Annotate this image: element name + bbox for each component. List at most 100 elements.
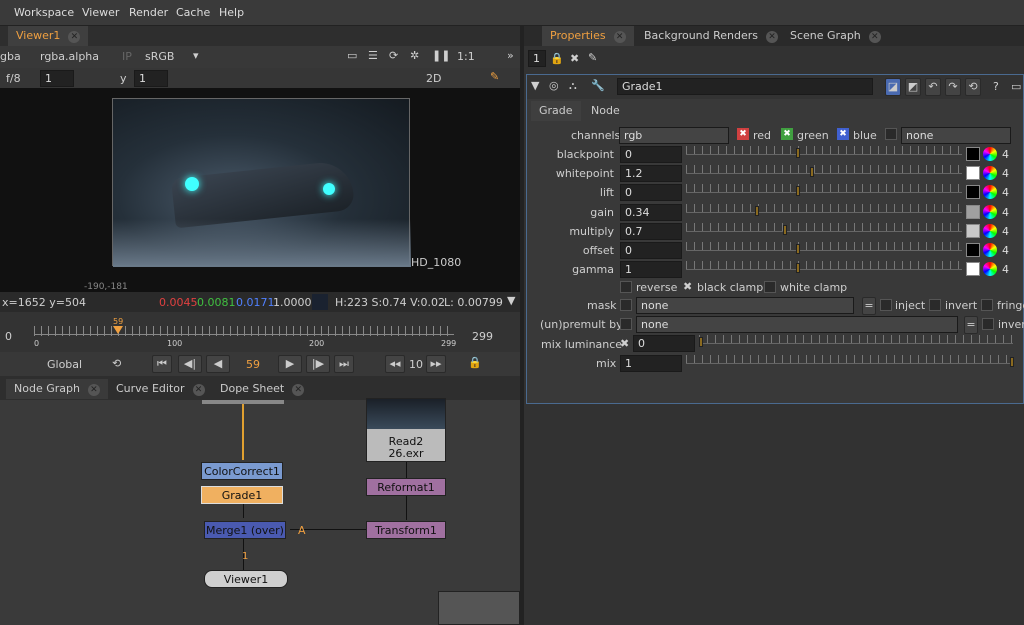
slider-knob[interactable] — [796, 186, 800, 196]
channel-count[interactable]: 4 — [1002, 206, 1009, 219]
max-panels-field[interactable]: 1 — [528, 50, 546, 67]
viewer-canvas[interactable]: HD_1080 -190,-181 — [0, 88, 520, 292]
navigator-minimap[interactable] — [438, 591, 520, 625]
menu-render[interactable]: Render — [129, 6, 168, 19]
knob-value-field[interactable]: 1.2 — [620, 165, 682, 182]
channels-select[interactable]: rgb — [619, 127, 729, 144]
node-reformat[interactable]: Reformat1 — [366, 478, 446, 496]
mode-2d-select[interactable]: 2D — [426, 72, 441, 85]
premult-invert-checkbox[interactable] — [982, 318, 994, 330]
color-wheel-icon[interactable] — [983, 147, 997, 161]
node-merge[interactable]: Merge1 (over) — [204, 521, 286, 539]
tab-scene-graph[interactable]: Scene Graph ✕ — [782, 26, 889, 46]
node-top[interactable] — [202, 400, 284, 404]
undo-button[interactable]: ↶ — [925, 78, 941, 96]
menu-cache[interactable]: Cache — [176, 6, 210, 19]
channel-count[interactable]: 4 — [1002, 186, 1009, 199]
tab-viewer1[interactable]: Viewer1 ✕ — [8, 26, 89, 46]
tab-curve-editor[interactable]: Curve Editor ✕ — [108, 379, 213, 399]
play-back-button[interactable]: ◀ — [206, 355, 230, 373]
help-icon[interactable]: ? — [993, 80, 999, 93]
tab-background-renders[interactable]: Background Renders ✕ — [636, 26, 786, 46]
channel-count[interactable]: 4 — [1002, 148, 1009, 161]
color-wheel-icon[interactable] — [983, 166, 997, 180]
color-swatch[interactable] — [966, 224, 980, 238]
channel-count[interactable]: 4 — [1002, 244, 1009, 257]
playhead-marker[interactable] — [113, 326, 123, 334]
last-frame-button[interactable]: ⏭ — [334, 355, 354, 373]
reverse-checkbox[interactable] — [620, 281, 632, 293]
subtab-grade[interactable]: Grade — [531, 101, 581, 121]
channel-count[interactable]: 4 — [1002, 263, 1009, 276]
knob-value-field[interactable]: 0.7 — [620, 223, 682, 240]
ip-button[interactable]: IP — [122, 50, 132, 63]
color-swatch[interactable] — [966, 185, 980, 199]
color-wheel-icon[interactable] — [983, 185, 997, 199]
tab-dope-sheet[interactable]: Dope Sheet ✕ — [212, 379, 312, 399]
close-all-icon[interactable]: ✖ — [570, 52, 579, 65]
pause-icon[interactable]: ❚❚ — [432, 49, 450, 62]
color-swatch[interactable] — [966, 262, 980, 276]
alpha-toggle[interactable] — [885, 128, 897, 140]
mix-luminance-checkbox[interactable]: ✖ — [620, 337, 629, 350]
knob-value-field[interactable]: 0 — [620, 146, 682, 163]
menu-viewer[interactable]: Viewer — [82, 6, 119, 19]
slider-knob[interactable] — [796, 148, 800, 158]
frame-field[interactable]: 1 — [40, 70, 74, 87]
collapse-icon[interactable]: ▼ — [531, 79, 539, 92]
fringe-checkbox[interactable] — [981, 299, 993, 311]
premult-checkbox[interactable] — [620, 318, 632, 330]
color-swatch[interactable] — [966, 147, 980, 161]
slider-knob[interactable] — [810, 167, 814, 177]
green-toggle[interactable]: ✖ — [781, 128, 793, 140]
menu-workspace[interactable]: Workspace — [14, 6, 74, 19]
chevron-down-icon[interactable]: ▾ — [193, 49, 199, 62]
loop-icon[interactable]: ⟲ — [112, 357, 121, 370]
close-icon[interactable]: ✕ — [87, 384, 100, 396]
window-icon[interactable]: ▭ — [347, 49, 357, 62]
colorspace-select[interactable]: sRGB — [145, 50, 174, 63]
invert-checkbox[interactable] — [929, 299, 941, 311]
close-icon[interactable]: ✕ — [192, 384, 205, 396]
node-viewer[interactable]: Viewer1 — [204, 570, 288, 588]
color-swatch[interactable] — [966, 205, 980, 219]
mask-link-button[interactable]: = — [862, 297, 876, 315]
prev-key-button[interactable]: ◀| — [178, 355, 202, 373]
refresh-icon[interactable]: ⟳ — [389, 49, 398, 62]
white-clamp-checkbox[interactable] — [764, 281, 776, 293]
premult-link-button[interactable]: = — [964, 316, 978, 334]
alpha-select[interactable]: none — [901, 127, 1011, 144]
knob-slider[interactable] — [686, 223, 962, 240]
edit-icon[interactable]: ✎ — [588, 51, 597, 64]
list-icon[interactable]: ☰ — [368, 49, 378, 62]
premult-select[interactable]: none — [636, 316, 958, 333]
color-wheel-icon[interactable] — [983, 205, 997, 219]
knob-slider[interactable] — [686, 184, 962, 201]
global-select[interactable]: Global — [47, 358, 82, 371]
mix-luminance-slider[interactable] — [699, 335, 1013, 352]
wrench-icon[interactable]: 🔧 — [591, 79, 605, 92]
knob-value-field[interactable]: 0 — [620, 242, 682, 259]
timeline-start[interactable]: 0 — [5, 330, 12, 343]
color-wheel-icon[interactable] — [983, 243, 997, 257]
node-grade[interactable]: Grade1 — [201, 486, 283, 504]
mix-luminance-field[interactable]: 0 — [633, 335, 695, 352]
mix-field[interactable]: 1 — [620, 355, 682, 372]
current-frame-field[interactable]: 59 — [246, 358, 260, 371]
channel-select[interactable]: gba — [0, 50, 21, 63]
expand-icon[interactable]: » — [507, 49, 514, 62]
timeline[interactable]: 0 59 0 100 200 299 299 — [0, 312, 520, 354]
close-icon[interactable]: ✕ — [766, 31, 779, 43]
revert-button[interactable]: ◩ — [905, 78, 921, 96]
lock-icon[interactable]: 🔒 — [550, 52, 564, 65]
float-button[interactable]: ◪ — [885, 78, 901, 96]
color-wheel-icon[interactable] — [983, 262, 997, 276]
lock-icon[interactable]: 🔒 — [468, 356, 482, 369]
first-frame-button[interactable]: ⏮ — [152, 355, 172, 373]
timeline-end[interactable]: 299 — [472, 330, 493, 343]
knob-slider[interactable] — [686, 165, 962, 182]
black-clamp-checkbox[interactable]: ✖ — [683, 280, 692, 293]
step-forward-button[interactable]: ▸▸ — [426, 355, 446, 373]
minimize-icon[interactable]: ▭ — [1011, 80, 1021, 93]
gear-icon[interactable]: ✲ — [410, 49, 419, 62]
